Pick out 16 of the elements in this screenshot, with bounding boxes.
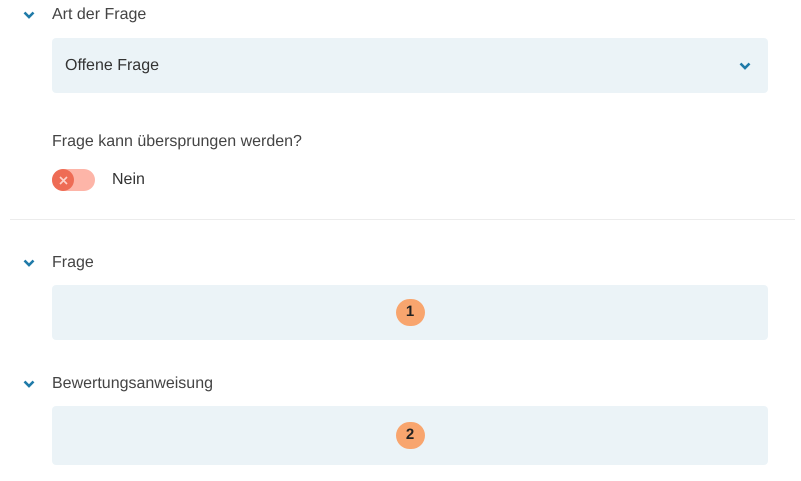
toggle-switch[interactable] (52, 169, 95, 191)
number-badge: 1 (396, 299, 424, 326)
chevron-down-icon[interactable] (23, 11, 35, 19)
toggle-state-text: Nein (112, 170, 145, 190)
field-label: Frage kann übersprungen werden? (52, 132, 303, 152)
number-badge: 2 (396, 422, 424, 449)
text-field[interactable]: 1 (52, 285, 768, 340)
text-field[interactable]: 2 (52, 406, 768, 465)
section-title: Art der Frage (52, 5, 146, 25)
section-title: Bewertungsanweisung (52, 374, 213, 394)
close-icon (58, 176, 68, 184)
chevron-down-icon[interactable] (23, 259, 35, 267)
chevron-down-icon[interactable] (23, 380, 35, 388)
section-title: Frage (52, 253, 94, 273)
chevron-down-icon (739, 62, 751, 70)
select-field[interactable]: Offene Frage (52, 38, 768, 93)
